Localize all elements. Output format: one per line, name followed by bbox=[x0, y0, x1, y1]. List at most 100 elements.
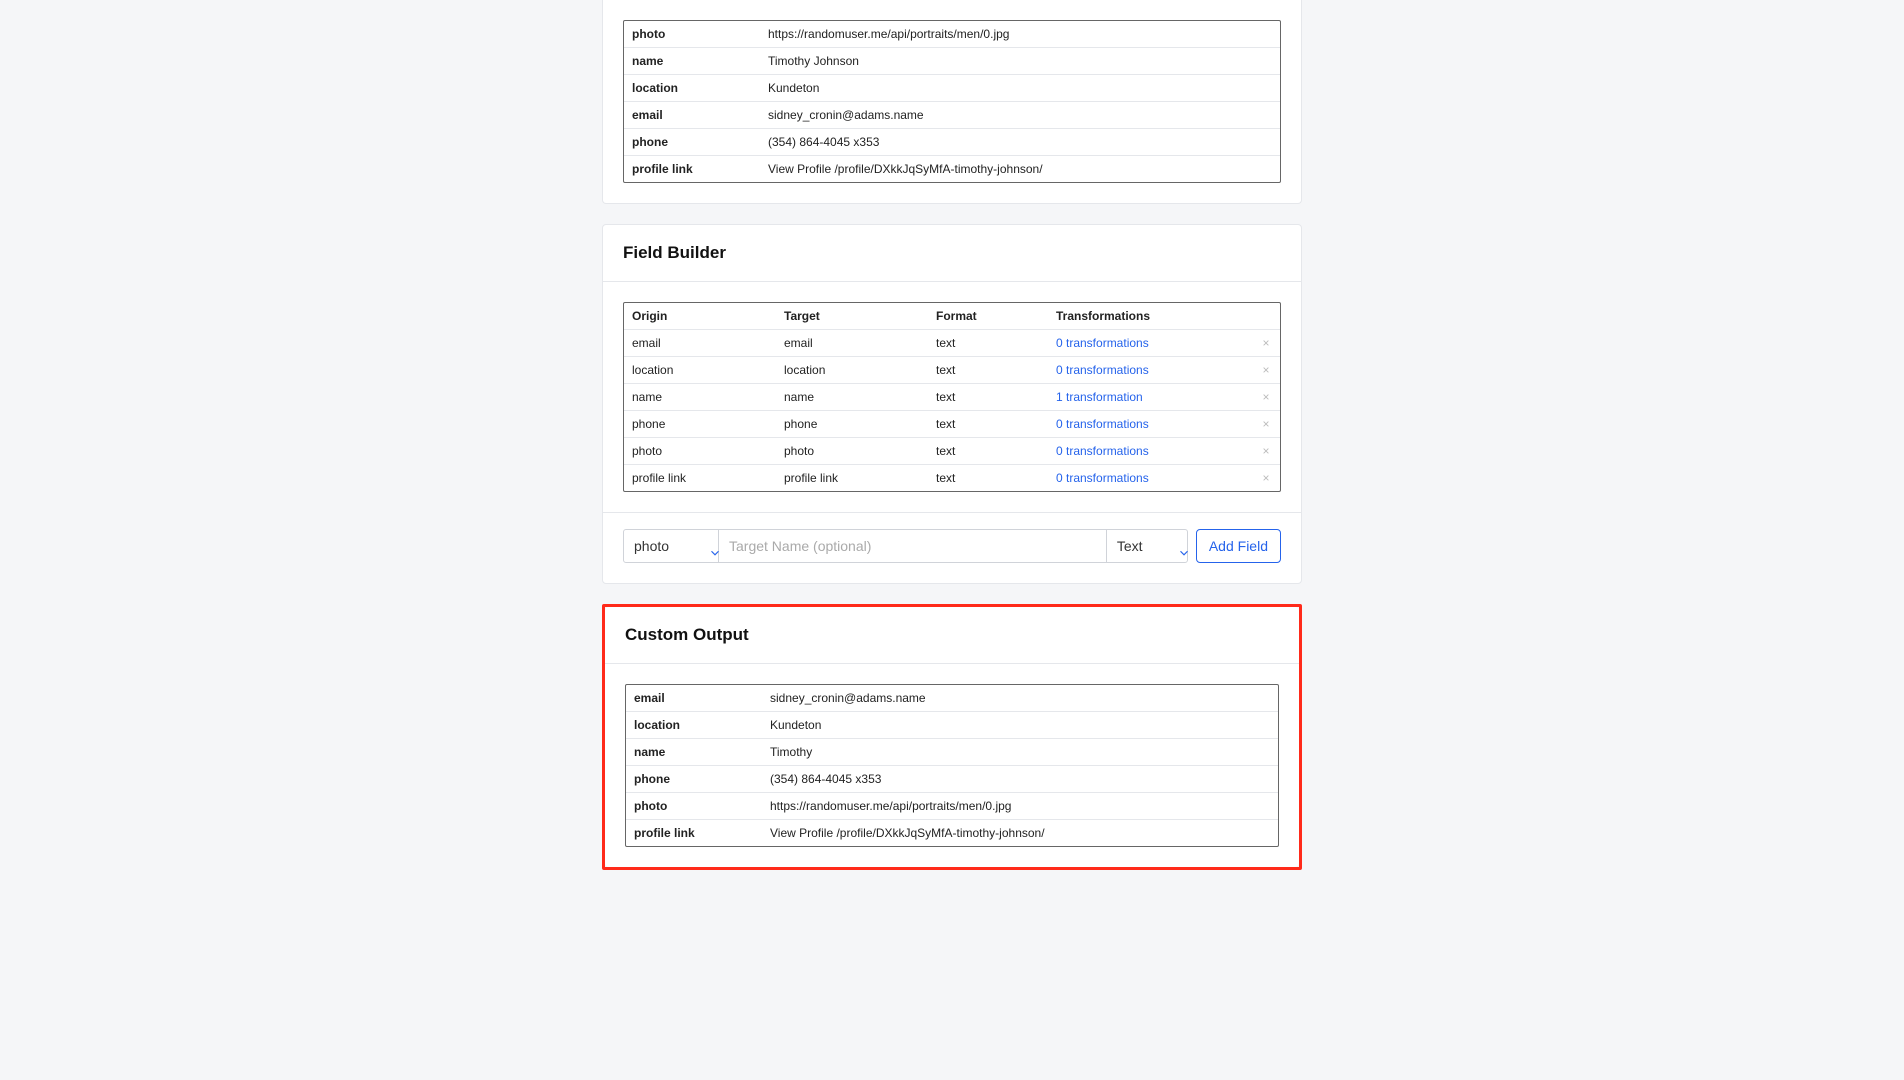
add-field-button-label: Add Field bbox=[1209, 538, 1268, 554]
field-key: location bbox=[624, 75, 760, 101]
custom-output-title: Custom Output bbox=[625, 625, 1279, 645]
transformations-cell: 0 transformations bbox=[1048, 330, 1252, 356]
transformations-cell: 1 transformation bbox=[1048, 384, 1252, 410]
field-key: name bbox=[624, 48, 760, 74]
delete-row-button[interactable]: × bbox=[1252, 357, 1280, 383]
table-row: nameTimothy Johnson bbox=[624, 48, 1280, 75]
add-field-button[interactable]: Add Field bbox=[1196, 529, 1281, 563]
transformations-link[interactable]: 0 transformations bbox=[1056, 363, 1149, 377]
table-row: profile linkView Profile /profile/DXkkJq… bbox=[624, 156, 1280, 182]
custom-output-table: emailsidney_cronin@adams.namelocationKun… bbox=[625, 684, 1279, 847]
table-row: locationKundeton bbox=[626, 712, 1278, 739]
field-value: (354) 864-4045 x353 bbox=[762, 766, 1278, 792]
custom-output-header: Custom Output bbox=[605, 607, 1299, 664]
field-builder-card: Field Builder OriginTargetFormatTransfor… bbox=[602, 224, 1302, 584]
field-key: name bbox=[626, 739, 762, 765]
format-cell: text bbox=[928, 438, 1048, 464]
field-builder-header: Field Builder bbox=[603, 225, 1301, 282]
origin-cell: location bbox=[624, 357, 776, 383]
transformations-cell: 0 transformations bbox=[1048, 438, 1252, 464]
format-cell: text bbox=[928, 384, 1048, 410]
field-value: Timothy Johnson bbox=[760, 48, 1280, 74]
target-name-input[interactable] bbox=[719, 529, 1106, 563]
field-key: phone bbox=[626, 766, 762, 792]
close-icon: × bbox=[1262, 363, 1269, 377]
transformations-link[interactable]: 0 transformations bbox=[1056, 417, 1149, 431]
table-row: photohttps://randomuser.me/api/portraits… bbox=[626, 793, 1278, 820]
table-row: phone(354) 864-4045 x353 bbox=[626, 766, 1278, 793]
table-row: namenametext1 transformation× bbox=[624, 384, 1280, 411]
source-data-table: photohttps://randomuser.me/api/portraits… bbox=[623, 20, 1281, 183]
col-origin: Origin bbox=[624, 303, 776, 329]
close-icon: × bbox=[1262, 336, 1269, 350]
delete-row-button[interactable]: × bbox=[1252, 411, 1280, 437]
field-key: profile link bbox=[624, 156, 760, 182]
origin-cell: photo bbox=[624, 438, 776, 464]
close-icon: × bbox=[1262, 444, 1269, 458]
close-icon: × bbox=[1262, 390, 1269, 404]
target-cell: email bbox=[776, 330, 928, 356]
format-cell: text bbox=[928, 330, 1048, 356]
format-cell: text bbox=[928, 357, 1048, 383]
col-target: Target bbox=[776, 303, 928, 329]
table-row: emailsidney_cronin@adams.name bbox=[626, 685, 1278, 712]
transformations-link[interactable]: 0 transformations bbox=[1056, 336, 1149, 350]
table-row: locationKundeton bbox=[624, 75, 1280, 102]
transformations-cell: 0 transformations bbox=[1048, 411, 1252, 437]
transformations-cell: 0 transformations bbox=[1048, 465, 1252, 491]
col-format: Format bbox=[928, 303, 1048, 329]
table-row: emailemailtext0 transformations× bbox=[624, 330, 1280, 357]
field-key: profile link bbox=[626, 820, 762, 846]
close-icon: × bbox=[1262, 417, 1269, 431]
col-transformations: Transformations bbox=[1048, 303, 1252, 329]
table-row: profile linkView Profile /profile/DXkkJq… bbox=[626, 820, 1278, 846]
custom-output-card: Custom Output emailsidney_cronin@adams.n… bbox=[605, 607, 1299, 867]
origin-cell: phone bbox=[624, 411, 776, 437]
field-key: phone bbox=[624, 129, 760, 155]
origin-select-value: photo bbox=[634, 538, 669, 554]
table-row: emailsidney_cronin@adams.name bbox=[624, 102, 1280, 129]
format-select-value: Text bbox=[1117, 538, 1143, 554]
delete-row-button[interactable]: × bbox=[1252, 465, 1280, 491]
origin-select[interactable]: photo bbox=[623, 529, 719, 563]
field-value: Kundeton bbox=[760, 75, 1280, 101]
field-builder-title: Field Builder bbox=[623, 243, 1281, 263]
field-key: photo bbox=[624, 21, 760, 47]
format-select[interactable]: Text bbox=[1106, 529, 1188, 563]
origin-cell: name bbox=[624, 384, 776, 410]
field-value: View Profile /profile/DXkkJqSyMfA-timoth… bbox=[762, 820, 1278, 846]
table-row: nameTimothy bbox=[626, 739, 1278, 766]
field-value: View Profile /profile/DXkkJqSyMfA-timoth… bbox=[760, 156, 1280, 182]
table-row: photohttps://randomuser.me/api/portraits… bbox=[624, 21, 1280, 48]
field-value: sidney_cronin@adams.name bbox=[760, 102, 1280, 128]
format-cell: text bbox=[928, 411, 1048, 437]
target-cell: name bbox=[776, 384, 928, 410]
field-builder-table: OriginTargetFormatTransformationsemailem… bbox=[623, 302, 1281, 492]
transformations-link[interactable]: 0 transformations bbox=[1056, 471, 1149, 485]
delete-row-button[interactable]: × bbox=[1252, 384, 1280, 410]
format-cell: text bbox=[928, 465, 1048, 491]
col-delete bbox=[1252, 303, 1280, 329]
table-header-row: OriginTargetFormatTransformations bbox=[624, 303, 1280, 330]
source-data-card: photohttps://randomuser.me/api/portraits… bbox=[602, 0, 1302, 204]
field-value: (354) 864-4045 x353 bbox=[760, 129, 1280, 155]
origin-cell: email bbox=[624, 330, 776, 356]
field-value: https://randomuser.me/api/portraits/men/… bbox=[762, 793, 1278, 819]
close-icon: × bbox=[1262, 471, 1269, 485]
table-row: locationlocationtext0 transformations× bbox=[624, 357, 1280, 384]
field-value: https://randomuser.me/api/portraits/men/… bbox=[760, 21, 1280, 47]
custom-output-highlight: Custom Output emailsidney_cronin@adams.n… bbox=[602, 604, 1302, 870]
delete-row-button[interactable]: × bbox=[1252, 330, 1280, 356]
transformations-link[interactable]: 1 transformation bbox=[1056, 390, 1143, 404]
transformations-cell: 0 transformations bbox=[1048, 357, 1252, 383]
field-value: Kundeton bbox=[762, 712, 1278, 738]
target-cell: photo bbox=[776, 438, 928, 464]
transformations-link[interactable]: 0 transformations bbox=[1056, 444, 1149, 458]
table-row: phonephonetext0 transformations× bbox=[624, 411, 1280, 438]
delete-row-button[interactable]: × bbox=[1252, 438, 1280, 464]
table-row: profile linkprofile linktext0 transforma… bbox=[624, 465, 1280, 491]
table-row: photophototext0 transformations× bbox=[624, 438, 1280, 465]
field-value: sidney_cronin@adams.name bbox=[762, 685, 1278, 711]
field-key: email bbox=[626, 685, 762, 711]
field-key: email bbox=[624, 102, 760, 128]
